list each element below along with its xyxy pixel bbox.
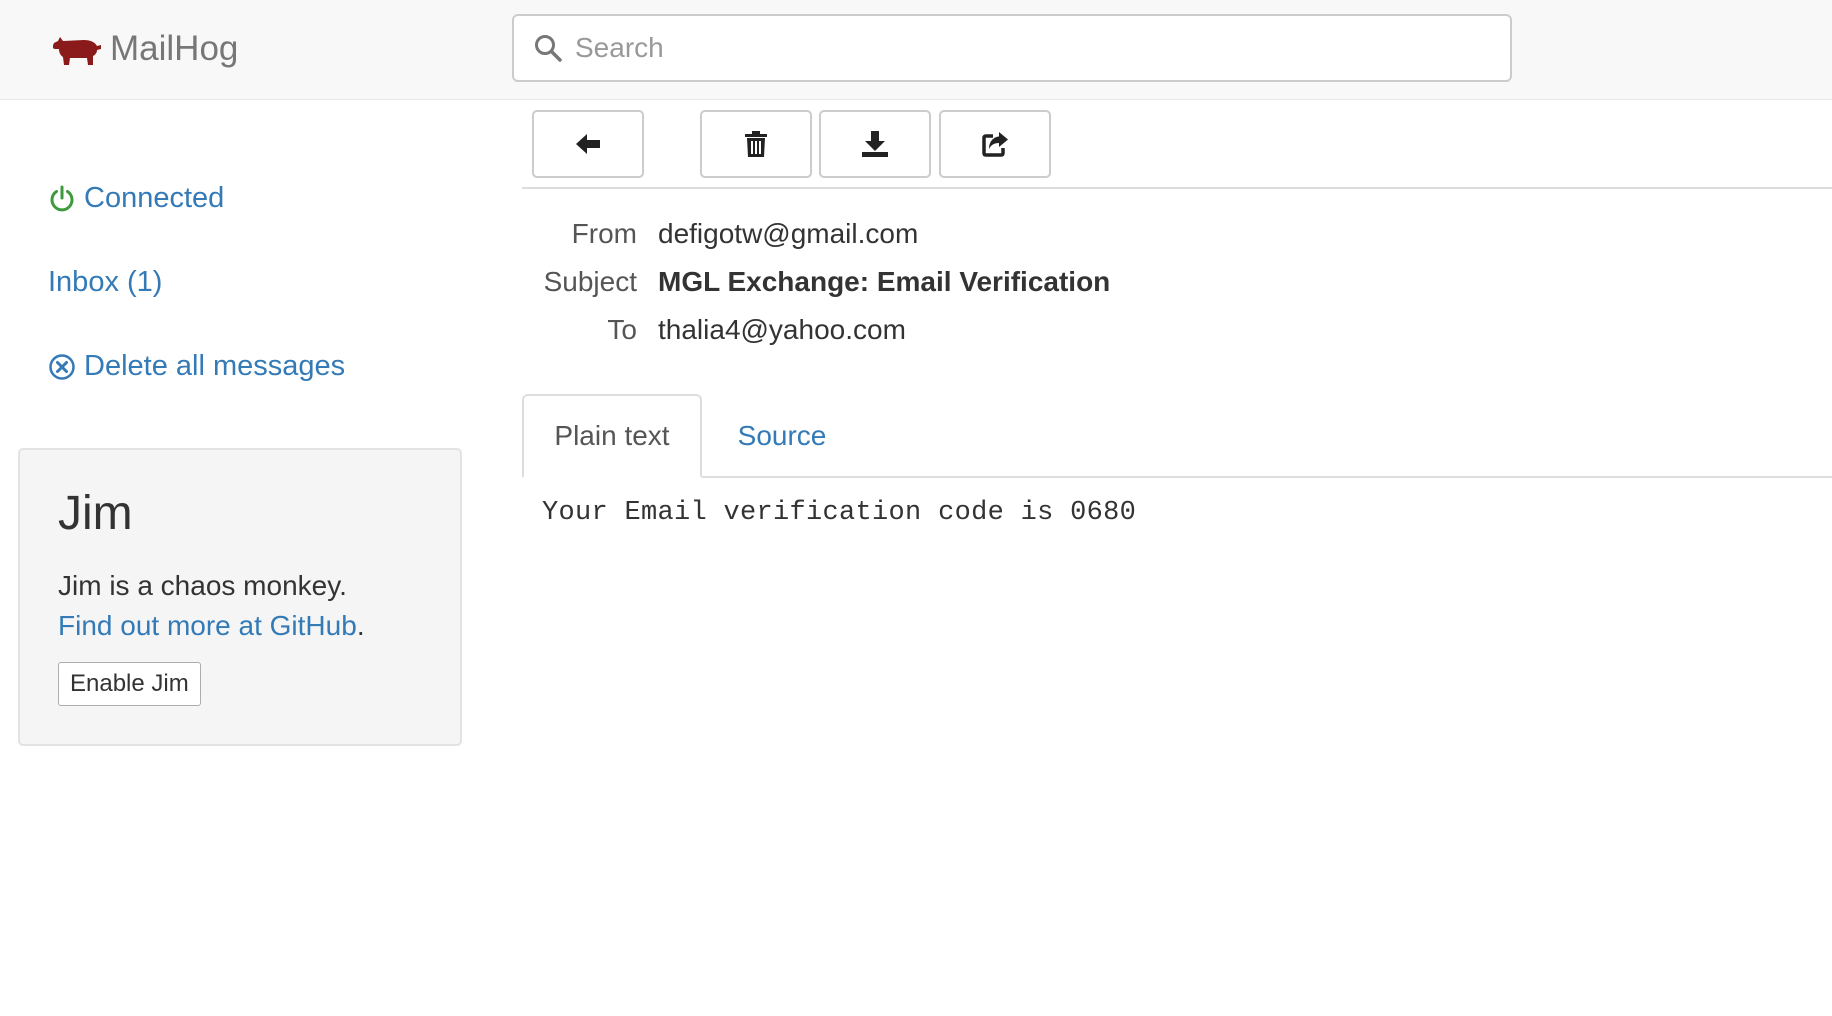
share-icon bbox=[982, 132, 1008, 157]
to-label: To bbox=[607, 314, 637, 345]
toolbar-divider bbox=[522, 187, 1832, 189]
delete-message-button[interactable] bbox=[700, 110, 812, 178]
header-from-row: From defigotw@gmail.com bbox=[522, 214, 919, 254]
from-label: From bbox=[571, 218, 637, 249]
inbox-label: Inbox (1) bbox=[48, 266, 163, 298]
jim-title: Jim bbox=[58, 487, 133, 540]
arrow-left-icon bbox=[576, 134, 600, 154]
tab-source[interactable]: Source bbox=[718, 394, 846, 478]
app-name: MailHog bbox=[110, 29, 239, 68]
message-body: Your Email verification code is 0680 bbox=[542, 498, 1137, 528]
from-value: defigotw@gmail.com bbox=[658, 218, 919, 249]
search-icon bbox=[535, 35, 562, 62]
top-navbar: MailHog bbox=[0, 0, 1832, 100]
header-to-row: To thalia4@yahoo.com bbox=[522, 310, 906, 350]
release-message-button[interactable] bbox=[939, 110, 1051, 178]
jim-description: Jim is a chaos monkey. Find out more at … bbox=[58, 566, 438, 646]
tab-plain-text[interactable]: Plain text bbox=[522, 394, 702, 478]
subject-value: MGL Exchange: Email Verification bbox=[658, 266, 1111, 297]
delete-all-label: Delete all messages bbox=[84, 350, 346, 382]
to-value: thalia4@yahoo.com bbox=[658, 314, 906, 345]
jim-panel: Jim Jim is a chaos monkey. Find out more… bbox=[18, 448, 462, 746]
back-button[interactable] bbox=[532, 110, 644, 178]
pig-icon bbox=[52, 37, 101, 65]
connection-status-link[interactable]: Connected bbox=[48, 182, 224, 215]
header-subject-row: Subject MGL Exchange: Email Verification bbox=[522, 262, 1111, 302]
subject-label: Subject bbox=[543, 266, 637, 297]
brand-home-link[interactable]: MailHog bbox=[50, 26, 238, 72]
jim-github-link[interactable]: Find out more at GitHub bbox=[58, 610, 357, 641]
jim-description-text: Jim is a chaos monkey. bbox=[58, 570, 347, 601]
trash-icon bbox=[745, 131, 767, 157]
delete-all-messages-link[interactable]: Delete all messages bbox=[48, 350, 345, 383]
close-circle-icon bbox=[49, 353, 75, 380]
power-icon bbox=[50, 185, 74, 211]
search-box[interactable] bbox=[512, 14, 1512, 82]
sidebar-item-inbox[interactable]: Inbox (1) bbox=[48, 266, 162, 299]
enable-jim-button[interactable]: Enable Jim bbox=[58, 662, 201, 706]
jim-link-suffix: . bbox=[356, 610, 365, 641]
connection-status-label: Connected bbox=[84, 182, 225, 214]
sidebar: Connected Inbox (1) Delete all messages … bbox=[0, 100, 500, 1016]
download-icon bbox=[862, 131, 888, 157]
search-input[interactable] bbox=[575, 18, 1475, 78]
download-message-button[interactable] bbox=[819, 110, 931, 178]
